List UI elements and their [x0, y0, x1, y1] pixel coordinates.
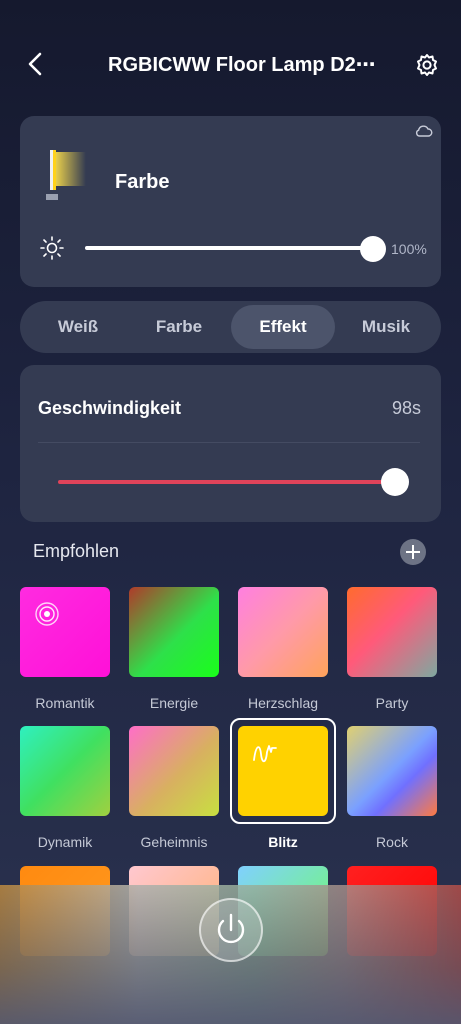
- floor-lamp-icon: [44, 146, 88, 204]
- divider: [38, 442, 420, 443]
- mode-tabs: Weiß Farbe Effekt Musik: [20, 301, 441, 353]
- brightness-slider-track[interactable]: [85, 246, 375, 250]
- brightness-value: 100%: [391, 241, 427, 257]
- effect-tile-blitz[interactable]: [238, 726, 328, 816]
- tile-label-geheimnis: Geheimnis: [140, 834, 208, 850]
- brightness-slider-handle[interactable]: [360, 236, 386, 262]
- speed-slider-handle[interactable]: [381, 468, 409, 496]
- chevron-left-icon[interactable]: [22, 50, 50, 78]
- speed-value: 98s: [391, 398, 421, 418]
- tile-label-herzschlag: Herzschlag: [247, 695, 319, 711]
- gear-icon[interactable]: [414, 52, 440, 78]
- cloud-icon: [415, 124, 433, 138]
- effect-tile-rock[interactable]: [347, 726, 437, 816]
- lightning-wave-icon: [252, 740, 278, 766]
- sun-icon: [40, 236, 64, 260]
- tile-label-rock: Rock: [376, 834, 408, 850]
- tile-label-dynamik: Dynamik: [37, 834, 93, 850]
- effect-tile-herzschlag[interactable]: [238, 587, 328, 677]
- speed-card: Geschwindigkeit 98s: [20, 365, 441, 522]
- tile-label-romantik: Romantik: [35, 695, 95, 711]
- tab-musik[interactable]: Musik: [334, 305, 438, 349]
- device-title: RGBICWW Floor Lamp D2⋯: [108, 54, 376, 76]
- app-header: RGBICWW Floor Lamp D2⋯: [0, 0, 461, 130]
- speed-label: Geschwindigkeit: [38, 398, 182, 418]
- mode-title: Farbe: [115, 171, 170, 193]
- effect-tile-party[interactable]: [347, 587, 437, 677]
- effect-tile-energie[interactable]: [129, 587, 219, 677]
- section-title: Empfohlen: [33, 541, 120, 561]
- rings-icon: [34, 601, 60, 627]
- tile-label-party: Party: [375, 695, 409, 711]
- tile-label-energie: Energie: [149, 695, 199, 711]
- tab-effekt[interactable]: Effekt: [231, 305, 335, 349]
- effect-tile-geheimnis[interactable]: [129, 726, 219, 816]
- tile-label-blitz: Blitz: [268, 834, 298, 850]
- device-card: Farbe 100%: [20, 116, 441, 287]
- power-icon[interactable]: [199, 898, 263, 962]
- effect-tile-romantik[interactable]: [20, 587, 110, 677]
- tab-weiss[interactable]: Weiß: [26, 305, 130, 349]
- speed-slider-track[interactable]: [58, 480, 398, 484]
- plus-icon[interactable]: [400, 539, 426, 565]
- effect-tile-dynamik[interactable]: [20, 726, 110, 816]
- tab-farbe[interactable]: Farbe: [127, 305, 231, 349]
